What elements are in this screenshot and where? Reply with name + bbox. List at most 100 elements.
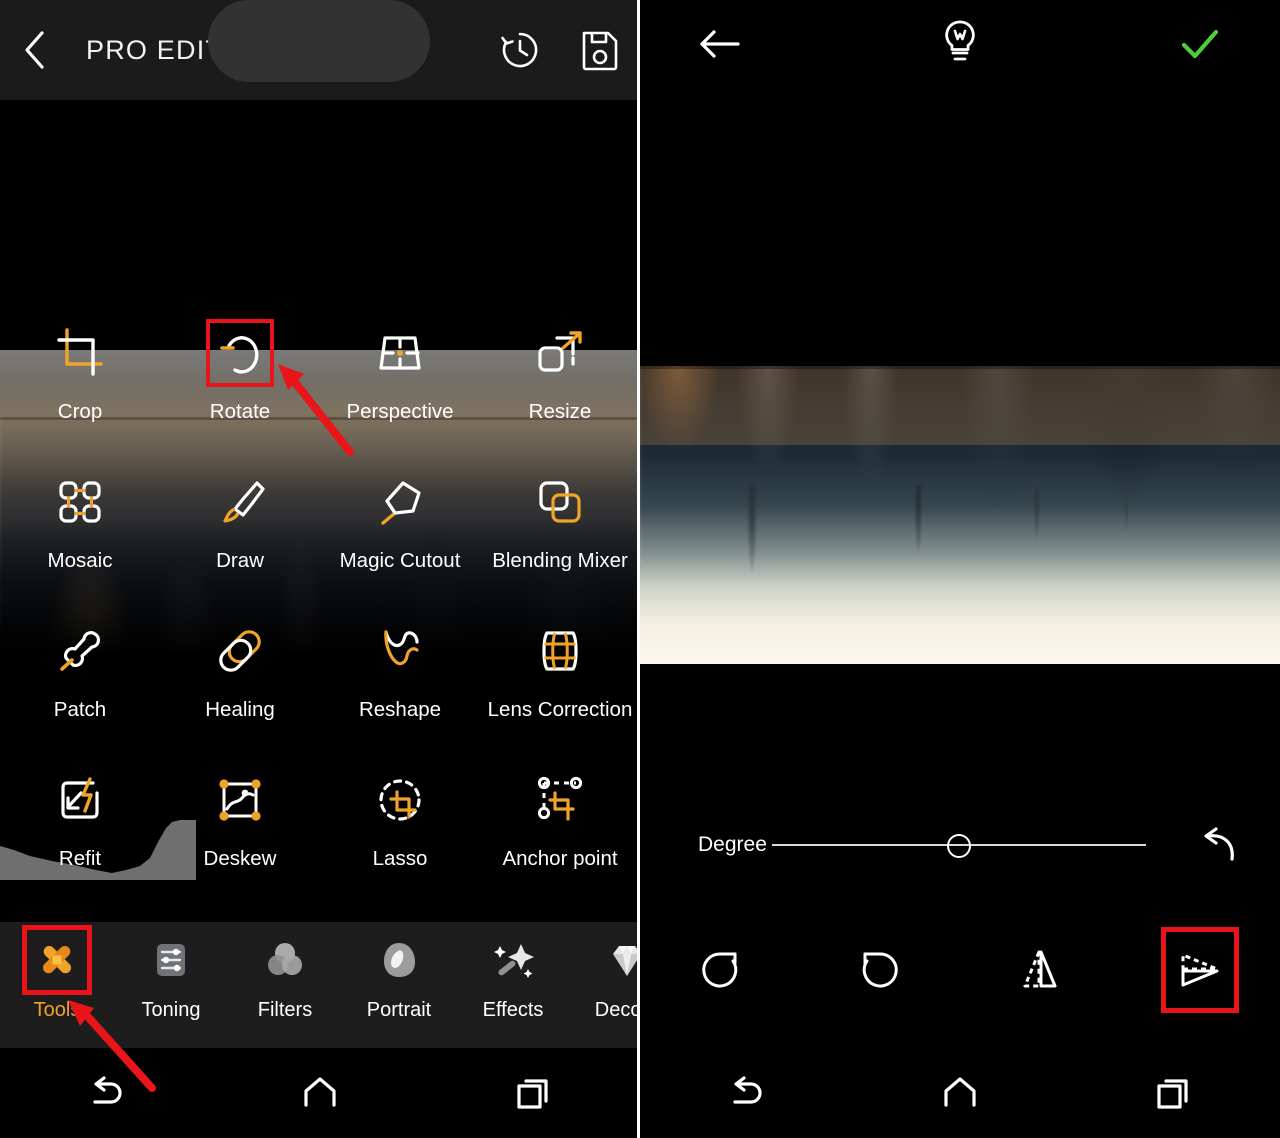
lens-correction-icon-wrap [531,622,589,680]
tool-draw[interactable]: Draw [160,467,320,616]
crop-icon [57,328,103,376]
tab-label: Portrait [366,999,432,1021]
lens-correction-icon [542,631,578,671]
flip-vertical-button[interactable] [1120,922,1280,1018]
effects-icon-wrap [487,934,539,986]
tool-label: Patch [53,698,107,721]
deskew-icon-wrap [211,771,269,829]
tab-filters[interactable]: Filters [228,922,342,1048]
android-back-icon [733,1076,762,1104]
tool-label: Resize [528,400,592,423]
chevron-left-icon [25,31,44,69]
tool-label: Magic Cutout [339,549,461,572]
nav-recents-button[interactable] [1113,1048,1233,1138]
history-button[interactable] [480,0,560,100]
reshape-icon-wrap [371,622,429,680]
blending-mixer-icon [539,481,581,523]
android-recents-icon [517,1079,548,1109]
arrow-left-icon [700,30,740,58]
tool-deskew[interactable]: Deskew [160,765,320,914]
degree-slider[interactable] [758,812,1160,878]
check-icon [1181,29,1219,59]
tool-mosaic[interactable]: Mosaic [0,467,160,616]
flip-horizontal-icon [1023,950,1057,988]
save-button[interactable] [560,0,640,100]
rotate-right-icon [702,952,738,988]
tool-resize[interactable]: Resize [480,318,640,467]
magic-cutout-icon-wrap [371,473,429,531]
tool-healing[interactable]: Healing [160,616,320,765]
rotate-icon [220,336,259,374]
filters-circles-icon [268,943,302,975]
nav-back-button[interactable] [47,1048,167,1138]
android-home-icon [304,1077,336,1107]
tool-lens-correction[interactable]: Lens Correction [480,616,640,765]
tool-magic-cutout[interactable]: Magic Cutout [320,467,480,616]
tab-portrait[interactable]: Portrait [342,922,456,1048]
tools-grid: Crop Rotate Perspective Resize Mosaic Dr… [0,318,640,914]
tool-refit[interactable]: Refit [0,765,160,914]
tool-reshape[interactable]: Reshape [320,616,480,765]
tab-label: Effects [482,999,544,1021]
toning-sliders-icon [157,944,185,976]
deskew-icon [219,779,261,821]
filters-icon-wrap [259,934,311,986]
flip-horizontal-button[interactable] [960,922,1120,1018]
degree-reset-button[interactable] [1160,812,1280,878]
lightbulb-icon [945,20,975,61]
portrait-icon-wrap [373,934,425,986]
tool-label: Mosaic [47,549,113,572]
flip-vertical-hit [1161,927,1239,1013]
nav-back-button[interactable] [687,1048,807,1138]
tool-crop[interactable]: Crop [0,318,160,467]
tab-label: Filters [257,999,313,1021]
nav-recents-button[interactable] [473,1048,593,1138]
rotate-right-button[interactable] [640,922,800,1018]
nav-home-button[interactable] [900,1048,1020,1138]
tool-label: Reshape [358,698,442,721]
save-floppy-icon [582,31,618,71]
patch-stamp-icon [60,631,101,671]
tab-label: Toning [141,999,201,1021]
tool-label: Lens Correction [487,698,633,721]
nav-home-button[interactable] [260,1048,380,1138]
undo-curved-arrow-icon [1204,827,1234,861]
tab-tools[interactable]: Tools [0,922,114,1048]
resize-icon-wrap [531,324,589,382]
tips-button[interactable] [800,0,1120,88]
rotate-icon-wrap [206,319,274,387]
tool-perspective[interactable]: Perspective [320,318,480,467]
perspective-icon [379,336,421,370]
degree-label: Degree [698,833,767,856]
rotate-left-hit [846,932,914,1008]
android-navbar-right [640,1048,1280,1138]
home-highlight-pill [208,0,430,82]
tools-icon-wrap [22,925,92,995]
flip-vertical-icon [1181,953,1219,987]
rotate-preview-photo[interactable] [640,366,1280,664]
confirm-button[interactable] [1120,0,1280,88]
category-tabbar: Tools Toning Filters Portrait Effects De… [0,922,640,1048]
portrait-icon [384,943,415,977]
rotate-left-button[interactable] [800,922,960,1018]
tool-label: Refit [58,847,102,870]
tool-blending-mixer[interactable]: Blending Mixer [480,467,640,616]
tool-label: Rotate [209,400,271,423]
tool-lasso[interactable]: Lasso [320,765,480,914]
lasso-icon [379,779,421,821]
flipped-cityscape-image [640,366,1280,664]
crop-icon-wrap [51,324,109,382]
decoration-icon-wrap [601,934,640,986]
tool-rotate[interactable]: Rotate [160,318,320,467]
magic-cutout-icon [381,481,421,525]
tab-toning[interactable]: Toning [114,922,228,1048]
rotate-back-button[interactable] [640,0,800,88]
slider-knob[interactable] [947,833,971,858]
anchor-point-icon-wrap [531,771,589,829]
tab-decoration[interactable]: Decora [570,922,640,1048]
tab-effects[interactable]: Effects [456,922,570,1048]
back-button[interactable] [0,0,70,100]
tool-patch[interactable]: Patch [0,616,160,765]
tool-label: Blending Mixer [492,549,628,572]
tool-anchor-point[interactable]: Anchor point [480,765,640,914]
